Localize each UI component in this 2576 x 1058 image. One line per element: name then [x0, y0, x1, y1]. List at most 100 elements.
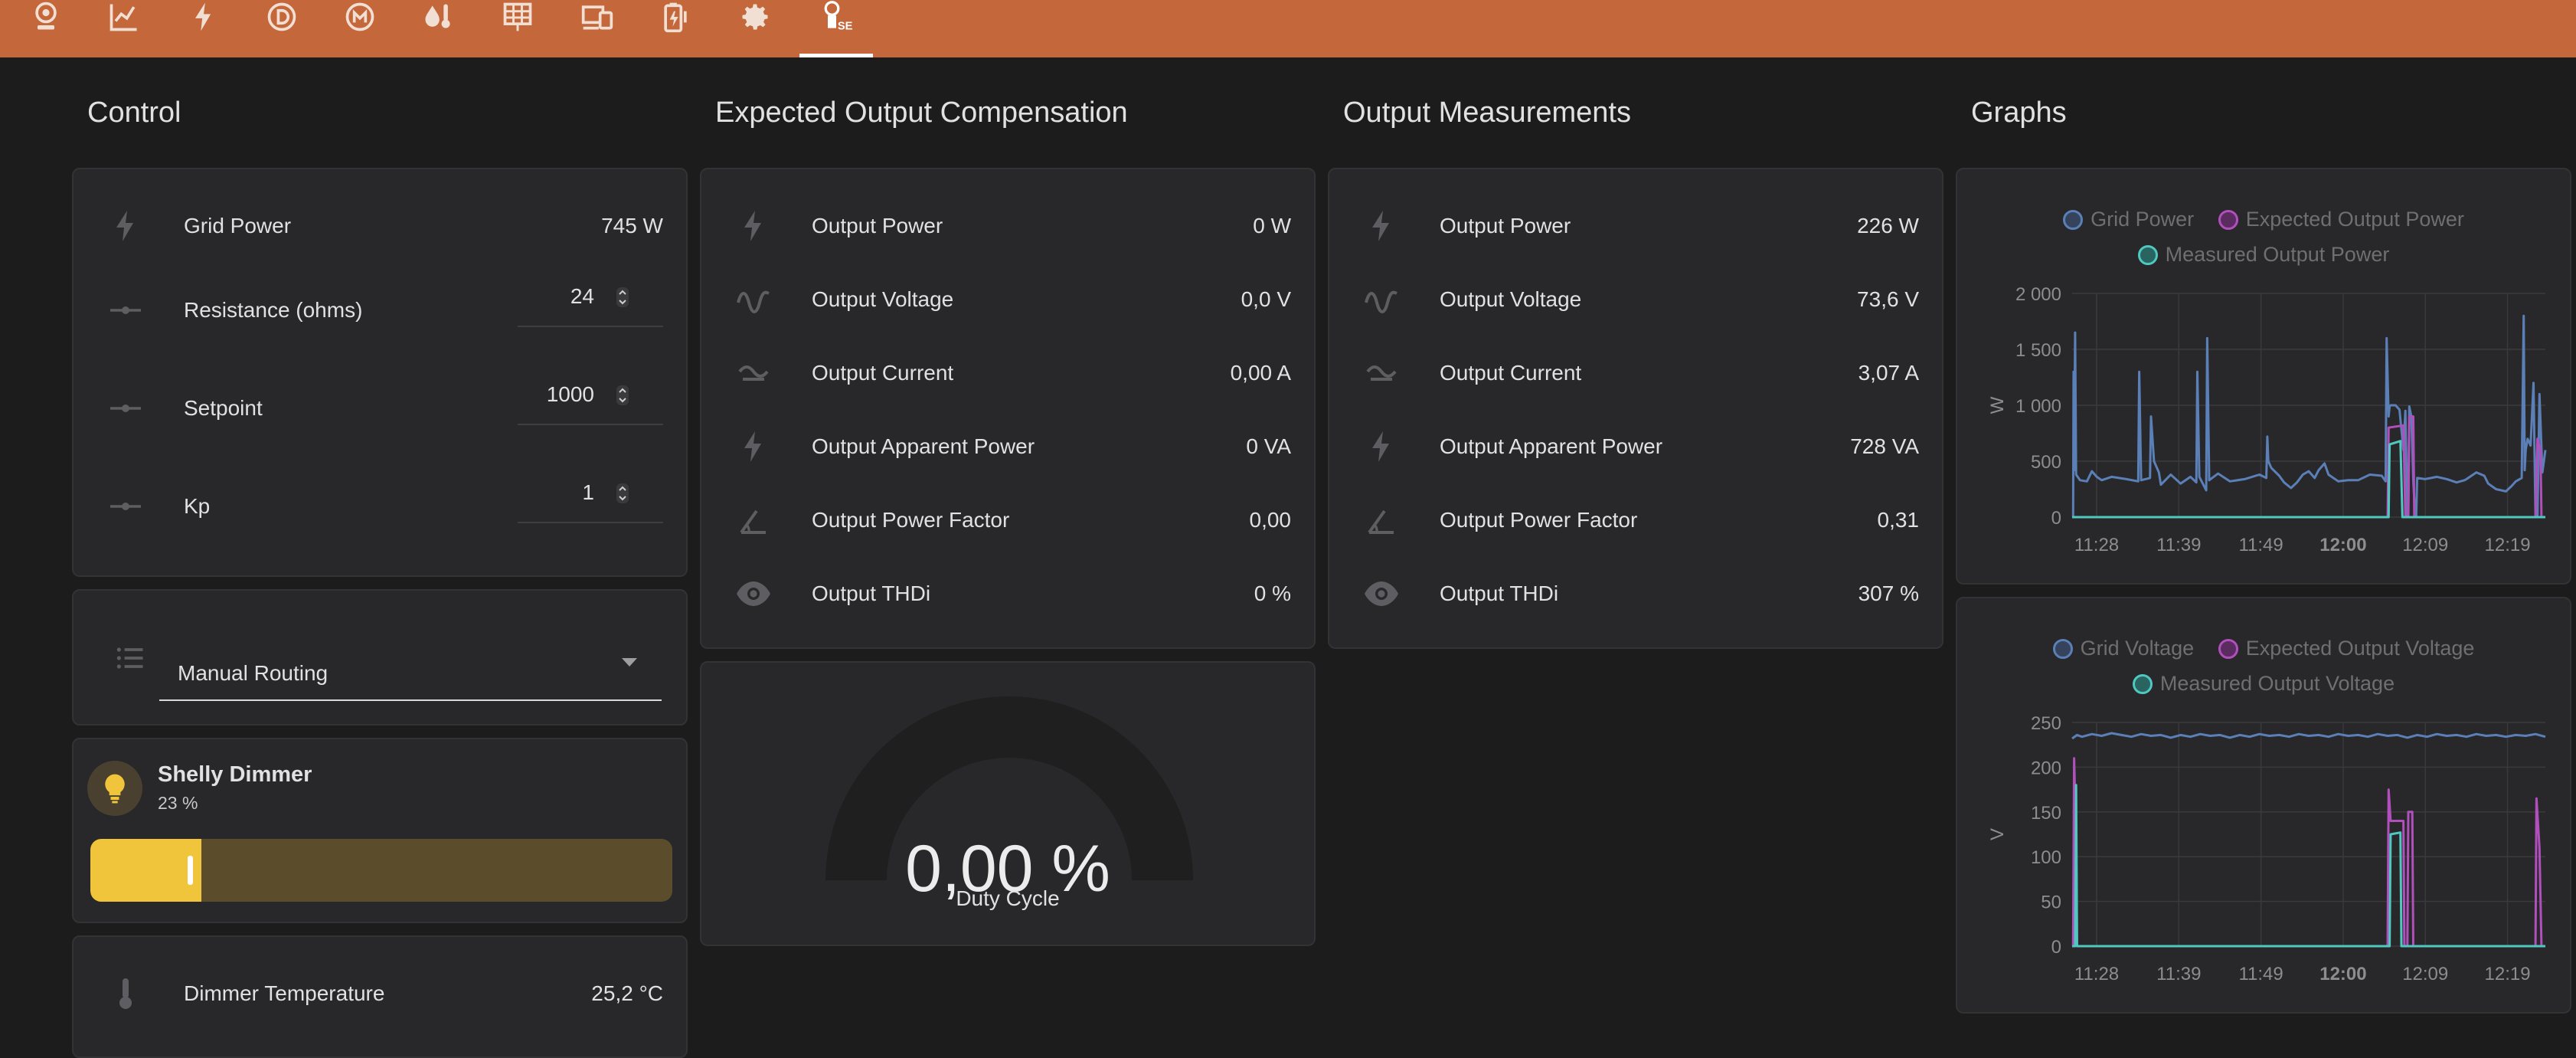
top-tab-bar: SEA [0, 0, 2576, 57]
measured-output-thdi-row[interactable]: Output THDi 307 % [1329, 571, 1942, 617]
y-tick-label: 100 [2031, 847, 2061, 868]
setpoint-input[interactable]: 1000 [518, 364, 663, 425]
angle-acute-icon [1368, 509, 1394, 534]
solar-panel-icon [503, 2, 532, 31]
control-section-title: Control [87, 97, 181, 129]
sine-wave-icon [737, 290, 770, 313]
temperature-card: Dimmer Temperature 25,2 °C [72, 935, 688, 1058]
expected-output-thdi-row[interactable]: Output THDi 0 % [701, 571, 1314, 617]
series-line-expected-output-voltage [2071, 757, 2545, 948]
chevron-down-icon[interactable] [622, 658, 637, 667]
tab-solar[interactable] [482, 0, 553, 57]
select-underline [159, 699, 662, 701]
expected-output-apparent-power-row[interactable]: Output Apparent Power 0 VA [701, 424, 1314, 470]
power-chart: 0 500 1 000 1 500 2 000 11:28 11:39 11:49 12:00 1… [1987, 284, 2547, 555]
expected-output-power-row[interactable]: Output Power 0 W [701, 203, 1314, 249]
expected-output-power-factor-label: Output Power Factor [812, 508, 1010, 532]
voltage-graph-card[interactable]: Grid Voltage Expected Output Voltage Mea… [1956, 597, 2571, 1014]
slider-handle[interactable] [188, 856, 193, 885]
duty-cycle-card[interactable]: 0,00 % Duty Cycle [700, 661, 1316, 946]
tab-sea[interactable]: SEA [799, 0, 873, 57]
expected-output-current-row[interactable]: Output Current 0,00 A [701, 350, 1314, 396]
x-tick-label: 12:09 [2402, 535, 2448, 555]
spin-arrows-icon[interactable] [614, 482, 631, 505]
dimmer-brightness-slider[interactable] [90, 839, 672, 902]
y-tick-label: 150 [2031, 803, 2061, 824]
ray-vertex-icon [110, 503, 141, 510]
expected-output-card: Output Power 0 W Output Voltage 0,0 V Ou… [700, 168, 1316, 649]
tab-webcam[interactable] [11, 0, 81, 57]
eye-icon [737, 581, 770, 606]
measured-output-apparent-power-row[interactable]: Output Apparent Power 728 VA [1329, 424, 1942, 470]
circle-m-icon [345, 2, 374, 31]
flash-icon [1372, 211, 1389, 241]
expected-output-current-value: 0,00 A [1230, 361, 1291, 385]
y-tick-label: 0 [2051, 937, 2061, 958]
spin-arrows-icon[interactable] [614, 384, 631, 407]
expected-output-voltage-row[interactable]: Output Voltage 0,0 V [701, 277, 1314, 323]
flash-icon [744, 211, 761, 241]
devices-icon [581, 5, 613, 30]
y-tick-label: 500 [2031, 452, 2061, 473]
temperature-row[interactable]: Dimmer Temperature 25,2 °C [74, 971, 686, 1017]
spin-arrows-icon[interactable] [614, 286, 631, 309]
tab-d[interactable] [247, 0, 317, 57]
expected-output-voltage-label: Output Voltage [812, 287, 954, 311]
y-tick-label: 250 [2031, 713, 2061, 734]
expected-output-thdi-label: Output THDi [812, 581, 931, 605]
expected-output-power-factor-row[interactable]: Output Power Factor 0,00 [701, 497, 1314, 543]
expected-output-power-label: Output Power [812, 214, 943, 237]
water-thermometer-icon [425, 4, 450, 28]
kp-row: Kp 1 [74, 480, 686, 529]
tab-battery[interactable] [640, 0, 711, 57]
tab-settings[interactable] [720, 0, 790, 57]
tab-energy[interactable] [168, 0, 239, 57]
routing-select[interactable]: Manual Routing [158, 621, 663, 703]
measured-output-apparent-power-value: 728 VA [1850, 434, 1919, 458]
ray-vertex-icon [110, 306, 141, 314]
current-ac-icon [738, 365, 769, 381]
grid-power-label: Grid Power [184, 214, 292, 237]
routing-select-value: Manual Routing [178, 661, 329, 685]
resistance-row: Resistance (ohms) 24 [74, 284, 686, 333]
slider-fill [90, 839, 201, 902]
resistance-value: 24 [570, 284, 594, 308]
y-axis-label: V [1987, 828, 2008, 840]
temperature-value: 25,2 °C [591, 981, 663, 1005]
tab-m[interactable] [325, 0, 395, 57]
series-line-grid-voltage [2071, 732, 2546, 740]
setpoint-row: Setpoint 1000 [74, 382, 686, 431]
x-tick-label: 11:28 [2074, 535, 2119, 555]
chart-line-icon [110, 4, 137, 31]
measurements-section-title: Output Measurements [1343, 97, 1631, 129]
expected-output-power-factor-value: 0,00 [1249, 508, 1292, 532]
measured-output-power-row[interactable]: Output Power 226 W [1329, 203, 1942, 249]
y-tick-label: 1 500 [2015, 340, 2061, 361]
measured-output-current-row[interactable]: Output Current 3,07 A [1329, 350, 1942, 396]
tab-water[interactable] [403, 0, 473, 57]
kp-input[interactable]: 1 [518, 462, 663, 523]
y-axis-label: W [1987, 396, 2008, 414]
flash-icon [195, 2, 211, 31]
series-line-expected-output-power [2072, 415, 2545, 519]
measured-output-power-factor-label: Output Power Factor [1440, 508, 1638, 532]
power-graph-card[interactable]: Grid Power Expected Output Power Measure… [1956, 168, 2571, 585]
measured-output-voltage-value: 73,6 V [1857, 287, 1919, 311]
measured-output-voltage-row[interactable]: Output Voltage 73,6 V [1329, 277, 1942, 323]
tab-chart[interactable] [89, 0, 159, 57]
temperature-label: Dimmer Temperature [184, 981, 385, 1005]
series-line-measured-output-voltage [2072, 784, 2545, 948]
expected-output-thdi-value: 0 % [1254, 581, 1291, 605]
eye-icon [1365, 581, 1398, 606]
grid-power-row[interactable]: Grid Power 745 W [74, 203, 686, 249]
graphs-section-title: Graphs [1971, 97, 2067, 129]
tab-devices[interactable] [562, 0, 633, 57]
dimmer-avatar[interactable] [87, 761, 142, 816]
kp-value: 1 [582, 480, 594, 504]
angle-acute-icon [740, 509, 766, 534]
dimmer-name: Shelly Dimmer [158, 762, 312, 787]
resistance-input[interactable]: 24 [518, 266, 663, 327]
measured-output-power-factor-row[interactable]: Output Power Factor 0,31 [1329, 497, 1942, 543]
y-tick-label: 0 [2051, 508, 2061, 529]
format-list-icon [116, 647, 143, 669]
